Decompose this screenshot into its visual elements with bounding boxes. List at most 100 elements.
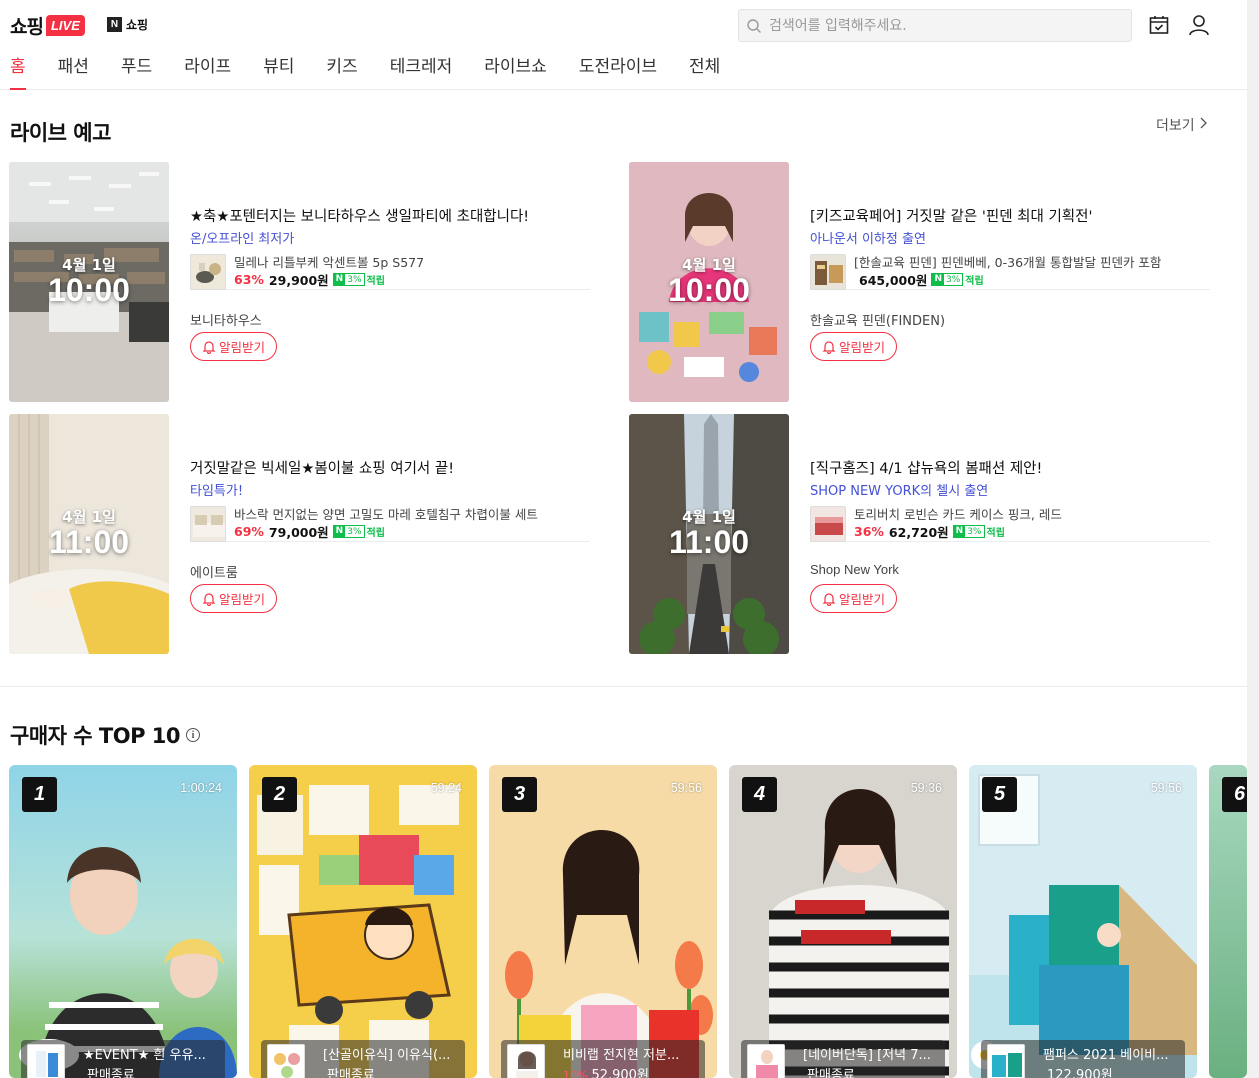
store-name[interactable]: 한솔교육 핀덴(FINDEN) [810,310,945,329]
card-info: [키즈교육페어] 거짓말 같은 '핀덴 최대 기획전' 아나운서 이하정 출연 … [810,162,1210,402]
product-price-row: 645,000원 N 3% 적립 [854,270,984,289]
page-scrollbar[interactable] [1247,0,1259,1078]
product-price-row: 63% 29,900원 N 3% 적립 [234,270,385,289]
search-icon[interactable] [739,11,769,41]
logo-live-badge: LIVE [45,15,85,36]
card-thumbnail[interactable]: 4월 1일 10:00 [9,162,169,402]
nav-challenge-live[interactable]: 도전라이브 [579,52,657,90]
top10-live-card[interactable]: 6 [1209,765,1247,1078]
product-price-row: 69% 79,000원 N 3% 적립 [234,522,385,541]
top10-live-card[interactable]: 3 59:56 비비랩 전지현 저분... 10% 52,900원 [489,765,717,1078]
product-name: [한솔교육 핀덴] 핀덴베베, 0-36개월 통합발달 핀덴카 포함 [854,255,1162,270]
product-title: [산골이유식] 이유식(... [323,1048,451,1063]
bell-icon [822,592,836,606]
search-box[interactable] [738,9,1132,42]
top10-live-card[interactable]: 5 59:56 팸퍼스 2021 베이비... 122,900원 [969,765,1197,1078]
logo-text: 쇼핑 [10,16,44,38]
alarm-button[interactable]: 알림받기 [190,332,277,361]
product-thumbnail [987,1044,1025,1078]
product-thumbnail [190,254,226,290]
product-overlay[interactable]: ★EVENT★ 흰 우유... 판매종료 [21,1040,225,1078]
user-icon[interactable] [1187,13,1211,37]
rank-badge: 1 [22,777,57,812]
nav-home[interactable]: 홈 [10,52,26,90]
nav-beauty[interactable]: 뷰티 [263,52,294,90]
store-name[interactable]: 에이트룸 [190,562,238,581]
card-time: 11:00 [48,524,130,560]
store-name[interactable]: Shop New York [810,562,899,577]
npay-earn-label: 적립 [366,528,385,539]
product-thumbnail [810,506,846,542]
top10-live-card[interactable]: 1 1:00:24 ★EVENT★ 흰 우유... 판매종료 [9,765,237,1078]
nav-food[interactable]: 푸드 [121,52,152,90]
card-product[interactable]: [한솔교육 핀덴] 핀덴베베, 0-36개월 통합발달 핀덴카 포함 645,0… [810,252,1210,290]
nav-all[interactable]: 전체 [689,52,720,90]
card-thumbnail[interactable]: 4월 1일 11:00 [629,414,789,654]
live-preview-card[interactable]: 4월 1일 11:00 [직구홈즈] 4/1 샵뉴욕의 봄패션 제안! SHOP… [629,414,1211,654]
npay-earn-label: 적립 [986,528,1005,539]
alarm-label: 알림받기 [838,340,885,355]
live-preview-card[interactable]: 4월 1일 10:00 [키즈교육페어] 거짓말 같은 '핀덴 최대 기획전' … [629,162,1211,402]
product-thumbnail [267,1044,305,1078]
info-icon[interactable]: i [186,728,201,742]
card-product[interactable]: 밀레나 리틀부케 악센트볼 5p S577 63% 29,900원 N 3% 적립 [190,252,590,290]
product-price: 645,000원 [859,273,928,288]
alarm-label: 알림받기 [218,340,265,355]
card-time: 10:00 [48,272,130,308]
card-subtitle: 아나운서 이하정 출연 [810,232,926,247]
discount-rate: 36% [854,524,884,539]
top10-live-card[interactable]: 4 59:36 [네이버단독] [저녁 7... 판매종료 [729,765,957,1078]
product-title: [네이버단독] [저녁 7... [803,1048,931,1063]
bell-icon [822,340,836,354]
product-thumbnail [27,1044,65,1078]
search-input[interactable] [769,17,1119,34]
product-name: 밀레나 리틀부케 악센트볼 5p S577 [234,255,425,270]
card-time: 10:00 [668,272,750,308]
alarm-button[interactable]: 알림받기 [810,584,897,613]
card-title[interactable]: [키즈교육페어] 거짓말 같은 '핀덴 최대 기획전' [810,205,1092,226]
product-status: 122,900원 [1047,1068,1113,1078]
card-thumbnail[interactable]: 4월 1일 10:00 [629,162,789,402]
nav-fashion[interactable]: 패션 [58,52,89,90]
product-price: 79,000원 [268,525,329,540]
card-title[interactable]: 거짓말같은 빅세일★봄이불 쇼핑 여기서 끝! [190,457,454,478]
product-overlay[interactable]: [산골이유식] 이유식(... 판매종료 [261,1040,465,1078]
more-link[interactable]: 더보기 [1156,115,1207,135]
card-product[interactable]: 바스락 먼지없는 양면 고밀도 마레 호텔침구 차렵이불 세트 69% 79,0… [190,504,590,542]
store-name[interactable]: 보니타하우스 [190,310,262,329]
shopping-live-logo[interactable]: 쇼핑 LIVE [10,12,85,39]
alarm-button[interactable]: 알림받기 [810,332,897,361]
section-title-live-preview: 라이브 예고 [10,121,111,145]
product-thumbnail [190,506,226,542]
nav-tech-leisure[interactable]: 테크레저 [390,52,453,90]
card-subtitle: 온/오프라인 최저가 [190,232,295,247]
naver-n-icon: N [107,17,122,32]
card-thumbnail[interactable]: 4월 1일 11:00 [9,414,169,654]
product-status: 판매종료 [87,1068,135,1078]
top10-live-card[interactable]: 2 59:24 [산골이유식] 이유식(... 판매종료 [249,765,477,1078]
product-overlay[interactable]: 비비랩 전지현 저분... 10% 52,900원 [501,1040,705,1078]
calendar-check-icon[interactable] [1147,13,1171,37]
product-thumbnail [507,1044,545,1078]
product-price: 29,900원 [268,273,329,288]
product-thumbnail [810,254,846,290]
nav-live-show[interactable]: 라이브쇼 [484,52,547,90]
live-preview-card[interactable]: 4월 1일 10:00 ★축★포텐터지는 보니타하우스 생일파티에 초대합니다!… [9,162,591,402]
nav-kids[interactable]: 키즈 [326,52,357,90]
product-overlay[interactable]: [네이버단독] [저녁 7... 판매종료 [741,1040,945,1078]
category-nav: 홈 패션 푸드 라이프 뷰티 키즈 테크레저 라이브쇼 도전라이브 전체 [0,52,752,90]
card-title[interactable]: ★축★포텐터지는 보니타하우스 생일파티에 초대합니다! [190,205,529,226]
npay-n-icon: N [953,525,966,538]
rank-badge: 5 [982,777,1017,812]
card-title[interactable]: [직구홈즈] 4/1 샵뉴욕의 봄패션 제안! [810,457,1042,478]
nav-life[interactable]: 라이프 [184,52,231,90]
bell-icon [202,592,216,606]
live-preview-card[interactable]: 4월 1일 11:00 거짓말같은 빅세일★봄이불 쇼핑 여기서 끝! 타임특가… [9,414,591,654]
header: 쇼핑 LIVE N 쇼핑 홈 패션 푸드 라이프 뷰티 키즈 테크레저 라이브쇼… [0,0,1259,90]
product-overlay[interactable]: 팸퍼스 2021 베이비... 122,900원 [981,1040,1185,1078]
naver-shopping-link[interactable]: N 쇼핑 [107,16,148,33]
card-product[interactable]: 토리버치 로빈슨 카드 케이스 핑크, 레드 36% 62,720원 N 3% 적… [810,504,1210,542]
section-title-top10: 구매자 수 TOP 10 [10,724,181,748]
alarm-button[interactable]: 알림받기 [190,584,277,613]
npay-point-badge: N 3% [332,273,365,286]
